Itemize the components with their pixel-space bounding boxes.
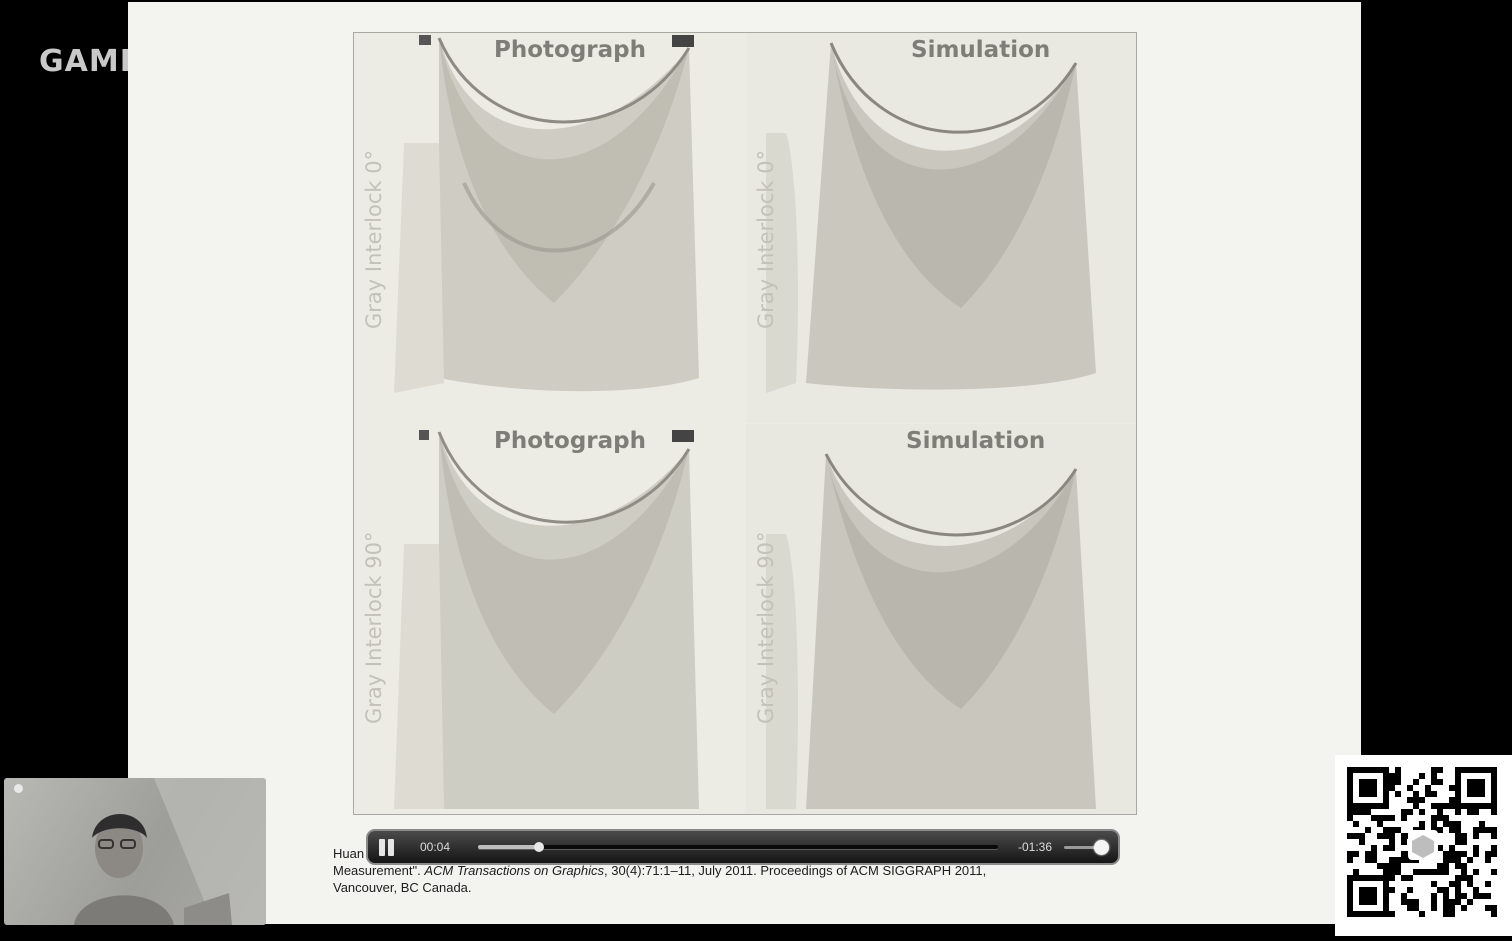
brand-watermark: GAME [39,44,142,79]
panel-simulation-90deg: Simulation Gray Interlock 90° [746,424,1136,814]
panel-side-label: Gray Interlock 0° [362,149,386,329]
seek-progress [478,845,539,849]
drape-comparison-figure: Photograph Gray Interlock 0° Simulation … [353,32,1137,815]
citation-journal: ACM Transactions on Graphics [424,863,604,878]
current-time: 00:04 [420,840,451,854]
panel-simulation-0deg: Simulation Gray Interlock 0° [746,33,1136,423]
citation-line2-rest: , 30(4):71:1–11, July 2011. Proceedings … [604,863,987,878]
pause-button[interactable] [376,838,398,858]
qr-finder-pattern [1455,767,1497,809]
citation-line2-start: Measurement". [333,863,425,878]
drape-photo-top-image [354,33,744,423]
panel-side-label: Gray Interlock 90° [362,531,386,724]
qr-finder-pattern [1347,875,1389,917]
video-player-controls: 00:04 -01:36 [366,829,1120,865]
drape-photo-bottom-image [354,424,744,814]
webcam-overlay [4,778,266,925]
citation-line3: Vancouver, BC Canada. [333,880,472,895]
panel-photograph-90deg: Photograph Gray Interlock 90° [354,424,744,814]
seek-knob[interactable] [534,842,544,852]
panel-photograph-0deg: Photograph Gray Interlock 0° [354,33,744,423]
panel-title: Photograph [494,37,646,63]
panel-title: Photograph [494,428,646,454]
volume-knob-icon[interactable] [1094,840,1109,855]
presentation-slide: Photograph Gray Interlock 0° Simulation … [128,2,1361,924]
panel-title: Simulation [906,428,1046,454]
presenter-video [74,778,266,925]
panel-side-label: Gray Interlock 0° [754,149,778,329]
remaining-time: -01:36 [1018,840,1053,854]
qr-finder-pattern [1347,767,1389,809]
panel-title: Simulation [911,37,1051,63]
drape-sim-bottom-image [746,424,1136,814]
panel-side-label: Gray Interlock 90° [754,531,778,724]
citation-line1: Huan [333,846,365,861]
drape-sim-top-image [746,33,1136,423]
qr-code [1335,755,1512,936]
qr-code-image [1347,767,1497,917]
seek-bar[interactable] [478,842,998,852]
